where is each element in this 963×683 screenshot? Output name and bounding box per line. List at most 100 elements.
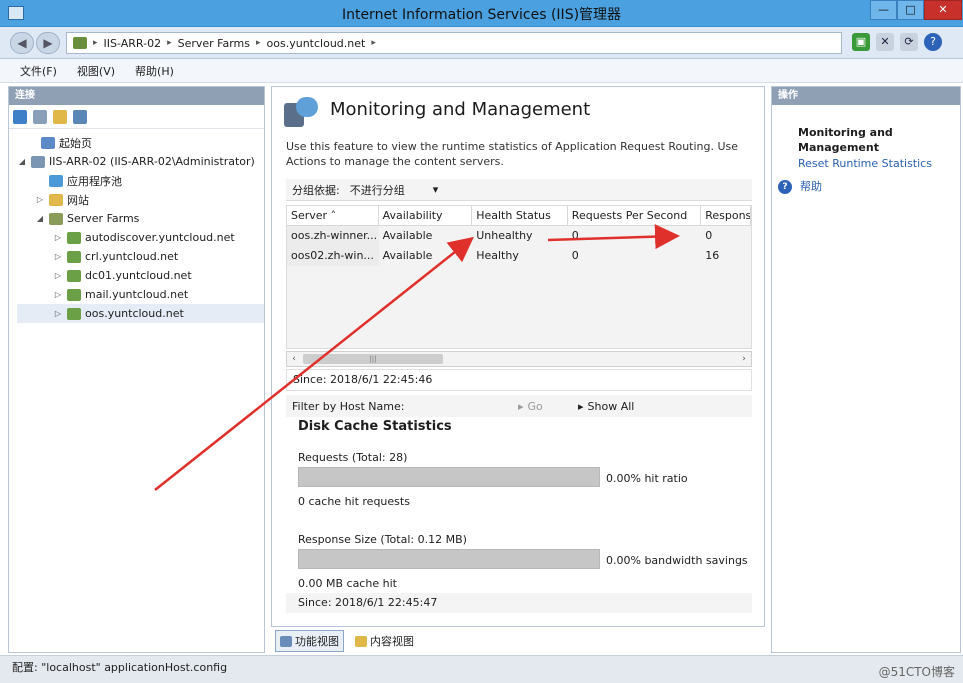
tree-item-server-farms[interactable]: ◢ Server Farms <box>17 209 264 228</box>
reset-runtime-statistics-link[interactable]: Reset Runtime Statistics <box>772 155 960 172</box>
tree-item-start-page[interactable]: 起始页 <box>17 133 264 152</box>
tree-item-farm-selected[interactable]: ▷ oos.yuntcloud.net <box>17 304 264 323</box>
tree-item-farm[interactable]: ▷ autodiscover.yuntcloud.net <box>17 228 264 247</box>
help-icon[interactable]: ? <box>924 33 942 51</box>
expand-icon[interactable]: ▷ <box>53 233 63 242</box>
show-all-label: Show All <box>587 399 635 413</box>
connect-globe-icon[interactable] <box>13 109 27 124</box>
breadcrumb-item-server-farms[interactable]: Server Farms <box>178 37 250 50</box>
breadcrumb-item-farm[interactable]: oos.yuntcloud.net <box>267 37 366 50</box>
disk-cache-title: Disk Cache Statistics <box>298 419 452 434</box>
breadcrumb[interactable]: ▸ IIS-ARR-02 ▸ Server Farms ▸ oos.yuntcl… <box>66 32 842 54</box>
tree-item-farm[interactable]: ▷ dc01.yuntcloud.net <box>17 266 264 285</box>
show-all-button[interactable]: ▸ Show All <box>578 400 634 413</box>
column-header-health-status[interactable]: Health Status <box>472 206 568 225</box>
help-link[interactable]: 帮助 <box>800 178 822 195</box>
tree-item-farm[interactable]: ▷ mail.yuntcloud.net <box>17 285 264 304</box>
address-bar: ◀ ▶ ▸ IIS-ARR-02 ▸ Server Farms ▸ oos.yu… <box>0 27 963 59</box>
disconnect-icon[interactable] <box>73 109 87 124</box>
farm-node-icon <box>67 250 81 263</box>
breadcrumb-item-server[interactable]: IIS-ARR-02 <box>104 37 162 50</box>
since-timestamp-top: Since: 2018/6/1 22:45:46 <box>286 369 752 391</box>
connect-icon[interactable]: ▣ <box>852 33 870 51</box>
forward-button[interactable]: ▶ <box>36 32 60 54</box>
home-icon <box>41 136 55 149</box>
expand-icon[interactable]: ▷ <box>35 195 45 204</box>
go-button[interactable]: ▸ Go <box>518 400 543 413</box>
group-by-bar: 分组依据: 不进行分组 ▾ <box>286 179 752 201</box>
horizontal-scrollbar[interactable]: ‹ ||| › <box>286 351 752 367</box>
help-action[interactable]: ? 帮助 <box>772 172 960 195</box>
folder-icon <box>49 193 63 206</box>
cell-availability: Available <box>382 249 433 262</box>
filter-host-label: Filter by Host Name: <box>292 399 405 413</box>
tree-item-label: 起始页 <box>59 136 92 150</box>
tree-item-sites[interactable]: ▷ 网站 <box>17 190 264 209</box>
group-by-label: 分组依据: <box>292 183 340 197</box>
column-header-response[interactable]: Respons <box>701 206 751 225</box>
hit-ratio-text: 0.00% hit ratio <box>606 472 688 485</box>
farm-node-icon <box>67 231 81 244</box>
feature-pane: Monitoring and Management Use this featu… <box>271 86 765 627</box>
maximize-button[interactable]: □ <box>897 0 924 20</box>
page-title: Monitoring and Management <box>330 99 591 120</box>
app-pool-icon <box>49 174 63 187</box>
tab-features-view[interactable]: 功能视图 <box>275 630 344 652</box>
scroll-thumb[interactable]: ||| <box>303 354 443 364</box>
menu-help[interactable]: 帮助(H) <box>135 63 174 79</box>
tree-item-app-pools[interactable]: 应用程序池 <box>17 171 264 190</box>
actions-pane: 操作 Monitoring and Management Reset Runti… <box>771 86 961 653</box>
content-view-icon <box>355 635 367 647</box>
menu-bar: 文件(F) 视图(V) 帮助(H) <box>0 59 963 83</box>
minimize-button[interactable]: — <box>870 0 897 20</box>
cache-hit-mb: 0.00 MB cache hit <box>298 577 397 590</box>
cell-server: oos.zh-winner... <box>287 226 379 246</box>
status-bar: 配置: "localhost" applicationHost.config @… <box>0 655 963 683</box>
view-tabs: 功能视图 内容视图 <box>271 630 765 652</box>
scroll-right-icon[interactable]: › <box>737 352 751 366</box>
expand-icon[interactable]: ▷ <box>53 271 63 280</box>
tree-item-label: IIS-ARR-02 (IIS-ARR-02\Administrator) <box>49 155 255 168</box>
tree-item-label: dc01.yuntcloud.net <box>85 269 192 282</box>
connections-pane: 连接 起始页 ◢ IIS-ARR-02 (IIS-ARR-02\Administ… <box>8 86 265 653</box>
farm-node-icon <box>67 269 81 282</box>
column-header-server[interactable]: Server ˄ <box>287 206 379 225</box>
expand-icon[interactable]: ▷ <box>53 290 63 299</box>
scroll-left-icon[interactable]: ‹ <box>287 352 301 366</box>
close-button[interactable]: ✕ <box>924 0 962 20</box>
table-row[interactable]: oos02.zh-win... Available Healthy 0 16 <box>287 246 751 266</box>
group-by-select[interactable]: 不进行分组 ▾ <box>346 181 443 199</box>
tab-content-view[interactable]: 内容视图 <box>350 630 419 652</box>
back-button[interactable]: ◀ <box>10 32 34 54</box>
actions-group-title: Monitoring and Management <box>798 126 893 154</box>
save-icon[interactable] <box>33 109 47 124</box>
tree-item-server[interactable]: ◢ IIS-ARR-02 (IIS-ARR-02\Administrator) <box>17 152 264 171</box>
column-header-availability[interactable]: Availability <box>379 206 473 225</box>
tab-label: 内容视图 <box>370 635 414 648</box>
menu-view[interactable]: 视图(V) <box>77 63 115 79</box>
go-icon: ▸ <box>518 399 524 413</box>
cell-health-status: Healthy <box>476 249 519 262</box>
stop-icon[interactable]: ✕ <box>876 33 894 51</box>
farm-node-icon <box>67 288 81 301</box>
tree-item-label: 网站 <box>67 193 89 207</box>
hit-ratio-bar <box>298 467 600 487</box>
breadcrumb-separator-icon: ▸ <box>256 38 261 48</box>
grid-header: Server ˄ Availability Health Status Requ… <box>287 206 751 226</box>
expand-icon[interactable]: ▷ <box>53 309 63 318</box>
tree-item-farm[interactable]: ▷ crl.yuntcloud.net <box>17 247 264 266</box>
farm-node-icon <box>67 307 81 320</box>
up-folder-icon[interactable] <box>53 109 67 124</box>
collapse-icon[interactable]: ◢ <box>35 214 45 223</box>
menu-file[interactable]: 文件(F) <box>20 63 57 79</box>
collapse-icon[interactable]: ◢ <box>17 157 27 166</box>
table-row[interactable]: oos.zh-winner... Available Unhealthy 0 0 <box>287 226 751 246</box>
bandwidth-bar <box>298 549 600 569</box>
tree-item-label: Server Farms <box>67 212 140 225</box>
breadcrumb-separator-icon: ▸ <box>167 38 172 48</box>
feature-description: Use this feature to view the runtime sta… <box>286 140 739 168</box>
response-size-label: Response Size (Total: 0.12 MB) <box>298 533 467 546</box>
expand-icon[interactable]: ▷ <box>53 252 63 261</box>
column-header-requests-per-second[interactable]: Requests Per Second <box>568 206 702 225</box>
refresh-icon[interactable]: ⟳ <box>900 33 918 51</box>
